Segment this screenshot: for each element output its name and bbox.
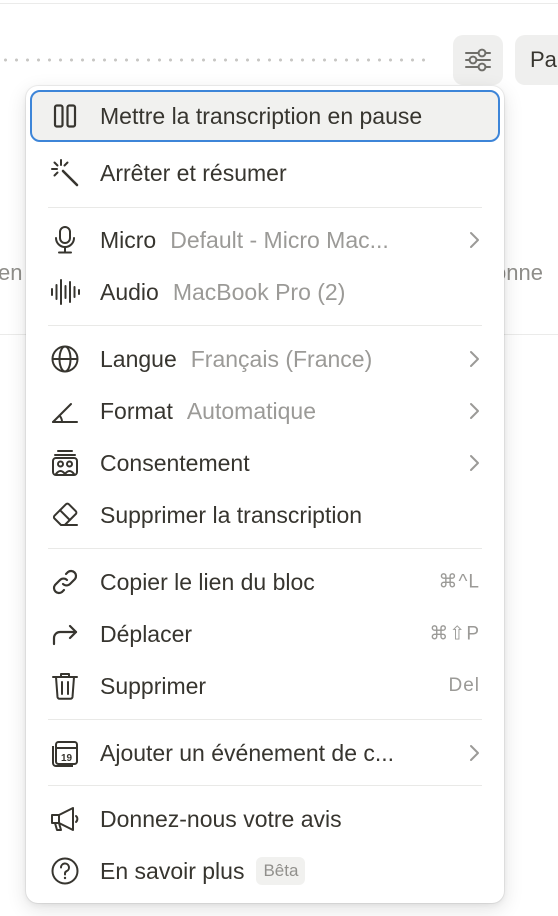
- transcription-options-menu: Mettre la transcription en pause Arrêter…: [26, 86, 504, 903]
- microphone-value: Default - Micro Mac...: [170, 226, 389, 253]
- menu-item-delete[interactable]: Supprimer Del: [30, 660, 500, 712]
- language-value: Français (France): [190, 345, 373, 372]
- pause-button[interactable]: Pa: [515, 35, 558, 85]
- menu-item-language[interactable]: Langue Français (France): [30, 333, 500, 385]
- background-text-fragment-left: en: [0, 260, 23, 285]
- menu-item-label: Consentement: [100, 449, 250, 476]
- menu-item-learn-more[interactable]: En savoir plus Bêta: [30, 845, 500, 897]
- chevron-right-icon: [470, 745, 479, 761]
- menu-item-label: En savoir plus: [100, 857, 245, 884]
- menu-item-label: Supprimer la transcription: [100, 501, 363, 528]
- menu-item-label: Format: [100, 397, 173, 424]
- menu-item-delete-transcription[interactable]: Supprimer la transcription: [30, 489, 500, 541]
- menu-item-audio[interactable]: Audio MacBook Pro (2): [30, 266, 500, 318]
- audio-value: MacBook Pro (2): [172, 278, 346, 305]
- menu-item-copy-block-link[interactable]: Copier le lien du bloc ⌘^L: [30, 556, 500, 608]
- menu-item-feedback[interactable]: Donnez-nous votre avis: [30, 793, 500, 845]
- menu-divider: [48, 785, 482, 786]
- globe-icon: [48, 342, 82, 376]
- menu-item-label: Copier le lien du bloc: [100, 568, 315, 595]
- menu-item-label: Micro: [100, 226, 157, 253]
- consent-icon: [48, 446, 82, 480]
- menu-item-label: Arrêter et résumer: [100, 159, 287, 186]
- menu-item-stop-and-summarize[interactable]: Arrêter et résumer: [30, 147, 500, 199]
- trash-icon: [48, 669, 82, 703]
- chevron-right-icon: [470, 351, 479, 367]
- keyboard-shortcut: Del: [448, 675, 480, 696]
- link-icon: [48, 565, 82, 599]
- menu-item-move[interactable]: Déplacer ⌘⇧P: [30, 608, 500, 660]
- pause-icon: [48, 99, 82, 133]
- menu-divider: [48, 325, 482, 326]
- magic-wand-icon: [48, 156, 82, 190]
- beta-badge: Bêta: [256, 857, 306, 885]
- menu-item-label: Audio: [100, 278, 159, 305]
- calendar-icon: 19: [48, 736, 82, 770]
- menu-divider: [48, 719, 482, 720]
- menu-item-add-calendar-event[interactable]: 19 Ajouter un événement de c...: [30, 727, 500, 779]
- menu-item-label: Supprimer: [100, 672, 207, 699]
- settings-button[interactable]: [453, 35, 503, 85]
- menu-divider: [48, 548, 482, 549]
- format-value: Automatique: [186, 397, 316, 424]
- eraser-icon: [48, 498, 82, 532]
- menu-item-label: Langue: [100, 345, 177, 372]
- keyboard-shortcut: ⌘⇧P: [429, 623, 480, 645]
- chevron-right-icon: [470, 232, 479, 248]
- sliders-icon: [465, 48, 491, 72]
- dotted-separator: [0, 58, 425, 62]
- menu-item-label: Donnez-nous votre avis: [100, 805, 342, 832]
- menu-item-label: Ajouter un événement de c...: [100, 739, 395, 766]
- page-top-border: [0, 3, 558, 4]
- menu-item-label: Mettre la transcription en pause: [100, 102, 423, 129]
- menu-item-label: Déplacer: [100, 620, 193, 647]
- megaphone-icon: [48, 802, 82, 836]
- menu-item-format[interactable]: Format Automatique: [30, 385, 500, 437]
- audio-wave-icon: [48, 275, 82, 309]
- help-circle-icon: [48, 854, 82, 888]
- menu-divider: [48, 207, 482, 208]
- format-icon: [48, 394, 82, 428]
- chevron-right-icon: [470, 455, 479, 471]
- menu-item-consent[interactable]: Consentement: [30, 437, 500, 489]
- chevron-right-icon: [470, 403, 479, 419]
- calendar-day-number: 19: [61, 753, 73, 764]
- microphone-icon: [48, 223, 82, 257]
- menu-item-microphone[interactable]: Micro Default - Micro Mac...: [30, 214, 500, 266]
- menu-item-pause-transcription[interactable]: Mettre la transcription en pause: [30, 90, 500, 142]
- move-arrow-icon: [48, 617, 82, 651]
- keyboard-shortcut: ⌘^L: [438, 571, 480, 593]
